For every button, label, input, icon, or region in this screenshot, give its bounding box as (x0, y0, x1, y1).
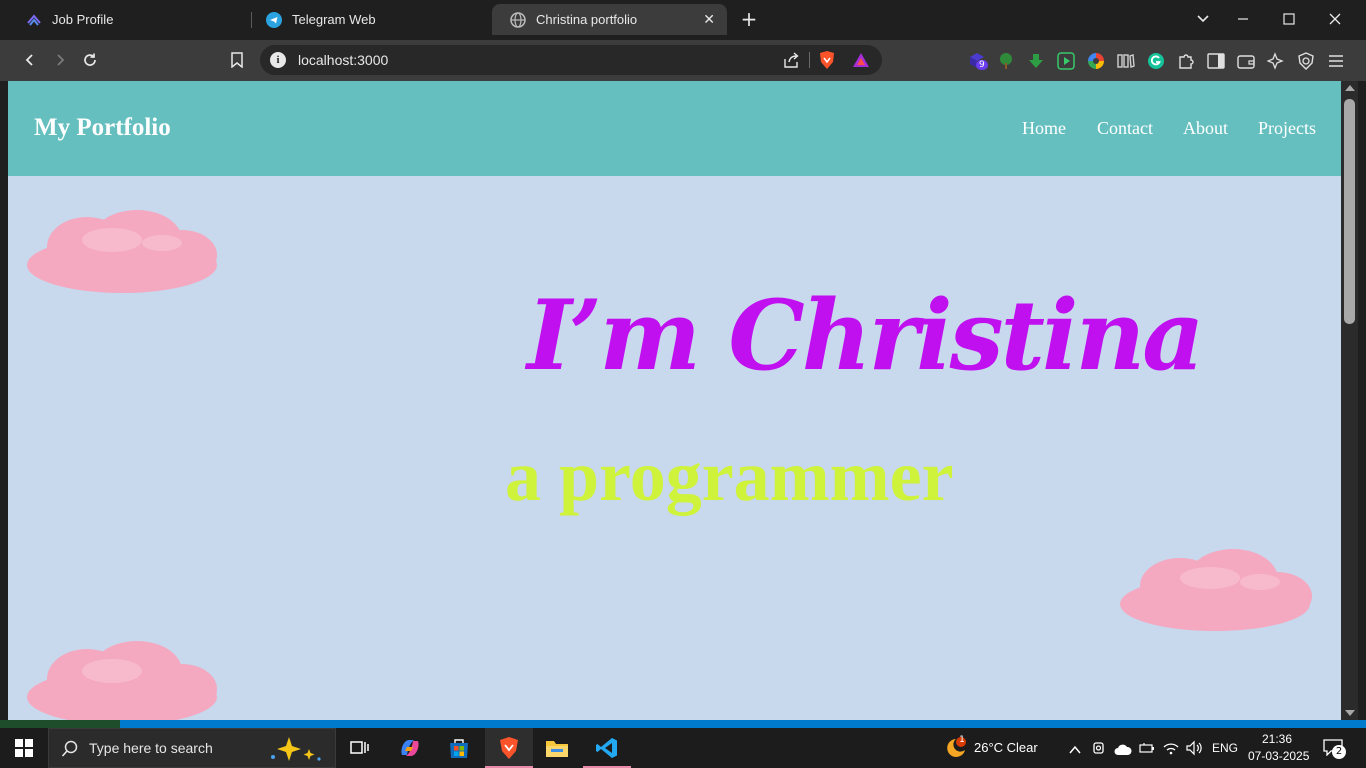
wifi-icon[interactable] (1162, 740, 1180, 760)
download-arrow-extension-icon[interactable] (1026, 51, 1046, 71)
close-window-icon[interactable] (1323, 8, 1347, 32)
extension-badge: 9 (976, 60, 988, 70)
page-scrollbar[interactable] (1341, 81, 1358, 720)
tab-christina-portfolio[interactable]: Christina portfolio ✕ (492, 4, 727, 35)
minimize-icon[interactable] (1231, 8, 1255, 32)
wallet-icon[interactable] (1236, 51, 1256, 71)
notification-count-badge: 2 (1332, 745, 1346, 759)
reload-icon[interactable] (78, 48, 102, 72)
clock-date[interactable]: 07-03-2025 (1248, 749, 1309, 763)
color-wheel-extension-icon[interactable] (1086, 51, 1106, 71)
nav-link-home[interactable]: Home (1022, 118, 1066, 139)
sidebar-toggle-icon[interactable] (1206, 51, 1226, 71)
telegram-icon (266, 11, 282, 28)
window-left-edge (0, 81, 8, 720)
weather-alert-badge: 1 (959, 735, 965, 745)
brave-rewards-icon[interactable] (852, 51, 870, 73)
search-highlight-sparkle-icon[interactable] (265, 735, 325, 767)
address-bar[interactable]: i localhost:3000 (260, 45, 882, 75)
scroll-down-arrow-icon[interactable] (1345, 710, 1355, 716)
hero-subtitle: a programmer (505, 436, 954, 516)
back-arrow-icon[interactable] (18, 48, 42, 72)
scrollbar-thumb[interactable] (1344, 99, 1355, 324)
site-info-icon[interactable]: i (270, 52, 286, 68)
background-window-status-bar (0, 720, 1366, 728)
job-profile-favicon-icon (26, 12, 42, 28)
taskbar-search-box[interactable]: Type here to search (48, 728, 336, 768)
globe-icon (510, 11, 526, 28)
site-logo[interactable]: My Portfolio (34, 114, 171, 142)
cloud-bottom-left-image (27, 641, 217, 720)
show-hidden-icons-chevron-up-icon[interactable] (1068, 741, 1082, 760)
scroll-up-arrow-icon[interactable] (1345, 85, 1355, 91)
bookmark-icon[interactable] (225, 48, 249, 72)
input-language[interactable]: ENG (1212, 741, 1238, 755)
close-tab-icon[interactable]: ✕ (703, 11, 715, 28)
forward-arrow-icon[interactable] (48, 48, 72, 72)
weather-moon-icon[interactable]: 1 (942, 735, 968, 764)
site-navbar: My Portfolio Home Contact About Projects (8, 81, 1341, 176)
notifications-icon[interactable]: 2 (1323, 738, 1346, 760)
extension-puzzle-badge-icon[interactable]: 9 (967, 51, 988, 71)
brave-shields-icon[interactable] (818, 50, 836, 74)
browser-tab-strip: Job Profile Telegram Web Christina portf… (0, 0, 1366, 40)
copilot-icon[interactable] (386, 728, 434, 768)
search-placeholder: Type here to search (89, 740, 213, 756)
window-right-edge (1358, 81, 1366, 720)
meet-now-camera-icon[interactable] (1092, 740, 1106, 760)
tab-title: Christina portfolio (536, 12, 638, 27)
browser-toolbar: i localhost:3000 9 (0, 40, 1366, 81)
tree-extension-icon[interactable] (996, 51, 1016, 71)
onedrive-cloud-icon[interactable] (1114, 741, 1132, 760)
volume-speaker-icon[interactable] (1185, 740, 1203, 760)
grammarly-icon[interactable] (1146, 51, 1166, 71)
vpn-shield-icon[interactable] (1296, 51, 1316, 71)
nav-link-about[interactable]: About (1183, 118, 1228, 139)
search-icon (61, 740, 79, 762)
nav-link-contact[interactable]: Contact (1097, 118, 1153, 139)
maximize-icon[interactable] (1277, 8, 1301, 32)
url-text: localhost:3000 (298, 52, 389, 68)
extensions-puzzle-icon[interactable] (1176, 51, 1196, 71)
tab-telegram-web[interactable]: Telegram Web (248, 4, 488, 35)
windows-taskbar: Type here to search 1 26°C Clear ENG 21:… (0, 728, 1366, 768)
play-extension-icon[interactable] (1056, 51, 1076, 71)
omnibox-divider (809, 52, 810, 68)
tab-search-chevron-down-icon[interactable] (1191, 8, 1215, 32)
cloud-top-left-image (27, 210, 217, 293)
file-explorer-icon[interactable] (533, 728, 581, 768)
tab-job-profile[interactable]: Job Profile (8, 4, 248, 35)
new-tab-button[interactable]: + (738, 8, 760, 30)
windows-start-icon[interactable] (0, 728, 48, 768)
cloud-bottom-right-image (1120, 549, 1312, 631)
tab-title: Telegram Web (292, 12, 376, 27)
brave-browser-taskbar-icon[interactable] (485, 728, 533, 768)
clock-time[interactable]: 21:36 (1262, 732, 1292, 746)
hero-title: I’m Christina (527, 279, 1204, 392)
battery-icon[interactable] (1139, 740, 1155, 759)
leo-ai-sparkle-icon[interactable] (1266, 51, 1286, 71)
page-viewport: My Portfolio Home Contact About Projects (8, 81, 1341, 720)
background-window-status-left (0, 720, 120, 728)
vscode-icon[interactable] (583, 728, 631, 768)
task-view-icon[interactable] (336, 728, 384, 768)
reading-list-icon[interactable] (1116, 51, 1136, 71)
share-icon[interactable] (782, 51, 800, 73)
weather-text[interactable]: 26°C Clear (974, 740, 1038, 755)
microsoft-store-icon[interactable] (435, 728, 483, 768)
tab-title: Job Profile (52, 12, 114, 27)
nav-link-projects[interactable]: Projects (1258, 118, 1316, 139)
menu-hamburger-icon[interactable] (1326, 51, 1346, 71)
